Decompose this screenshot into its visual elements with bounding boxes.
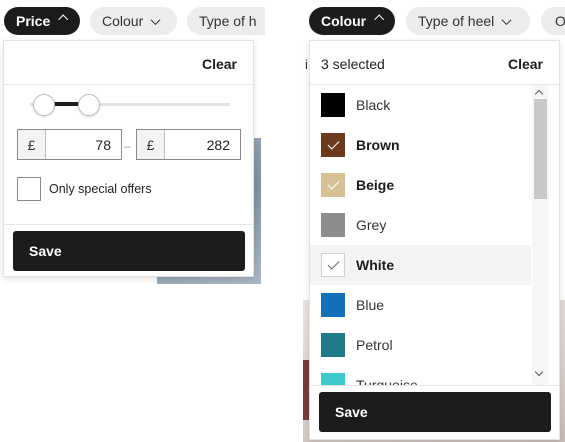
- panel-header: Clear: [4, 41, 253, 85]
- chevron-down-icon: [501, 14, 512, 25]
- checkmark-icon: [326, 137, 340, 150]
- colour-label: Black: [356, 97, 391, 113]
- colour-swatch[interactable]: [321, 213, 345, 237]
- colour-swatch[interactable]: [321, 173, 345, 197]
- save-button[interactable]: Save: [319, 392, 551, 432]
- colour-swatch[interactable]: [321, 333, 345, 357]
- checkmark-icon: [326, 177, 340, 190]
- colour-list: Black Brown Beige Grey White Blue Petrol Turquo…: [310, 85, 532, 385]
- clear-button[interactable]: Clear: [202, 56, 237, 72]
- filter-chip-colour[interactable]: Colour: [90, 7, 177, 35]
- max-price-value[interactable]: 282: [165, 130, 240, 159]
- colour-swatch[interactable]: [321, 253, 345, 277]
- selected-count: 3 selected: [321, 56, 385, 72]
- colour-label: Beige: [356, 177, 395, 193]
- colour-label: Grey: [356, 217, 387, 233]
- colour-filter-panel: 3 selected Clear Black Brown Beige Grey Whit…: [309, 40, 560, 440]
- max-price-field[interactable]: £ 282: [136, 129, 241, 160]
- clear-button[interactable]: Clear: [508, 56, 543, 72]
- special-offers-checkbox[interactable]: [17, 177, 41, 201]
- min-price-field[interactable]: £ 78: [17, 129, 122, 160]
- chevron-up-icon: [58, 13, 69, 24]
- colour-option-turquoise[interactable]: Turquoise: [310, 365, 531, 385]
- currency-label: £: [18, 130, 46, 159]
- chevron-down-icon: [150, 14, 161, 25]
- checkmark-icon: [326, 257, 340, 270]
- colour-option-brown[interactable]: Brown: [310, 125, 531, 165]
- range-separator: –: [124, 139, 131, 153]
- price-slider-max-handle[interactable]: [78, 94, 100, 116]
- panel-header: 3 selected Clear: [310, 41, 559, 85]
- colour-option-beige[interactable]: Beige: [310, 165, 531, 205]
- colour-swatch[interactable]: [321, 293, 345, 317]
- colour-option-grey[interactable]: Grey: [310, 205, 531, 245]
- filter-chip-label: Colour: [321, 13, 367, 29]
- filter-chip-label: O: [555, 13, 565, 29]
- filter-chip-type-of-heel[interactable]: Type of h: [187, 7, 265, 35]
- currency-label: £: [137, 130, 165, 159]
- filter-chip-type-of-heel[interactable]: Type of heel: [406, 7, 530, 35]
- filter-chip-other[interactable]: O: [541, 7, 565, 35]
- colour-label: Blue: [356, 297, 385, 313]
- filter-chip-label: Type of heel: [418, 13, 495, 29]
- colour-swatch[interactable]: [321, 93, 345, 117]
- colour-option-blue[interactable]: Blue: [310, 285, 531, 325]
- special-offers-label: Only special offers: [49, 182, 152, 196]
- colour-option-white[interactable]: White: [310, 245, 531, 285]
- colour-label: Turquoise: [356, 377, 418, 385]
- colour-label: White: [356, 257, 395, 273]
- colour-label: Petrol: [356, 337, 393, 353]
- filter-chip-label: Price: [16, 13, 51, 29]
- scrollbar-thumb[interactable]: [534, 99, 547, 199]
- colour-option-petrol[interactable]: Petrol: [310, 325, 531, 365]
- filter-chip-label: Type of h: [199, 13, 257, 29]
- divider: [310, 385, 559, 386]
- save-button[interactable]: Save: [13, 231, 245, 271]
- price-slider-min-handle[interactable]: [33, 94, 55, 116]
- filter-chip-colour[interactable]: Colour: [309, 7, 395, 35]
- chevron-up-icon: [374, 13, 385, 24]
- colour-swatch[interactable]: [321, 133, 345, 157]
- filter-chip-price[interactable]: Price: [4, 7, 80, 35]
- colour-option-black[interactable]: Black: [310, 85, 531, 125]
- min-price-value[interactable]: 78: [46, 130, 121, 159]
- divider: [4, 224, 253, 225]
- filter-chip-label: Colour: [102, 13, 144, 29]
- colour-swatch[interactable]: [321, 373, 345, 385]
- colour-label: Brown: [356, 137, 400, 153]
